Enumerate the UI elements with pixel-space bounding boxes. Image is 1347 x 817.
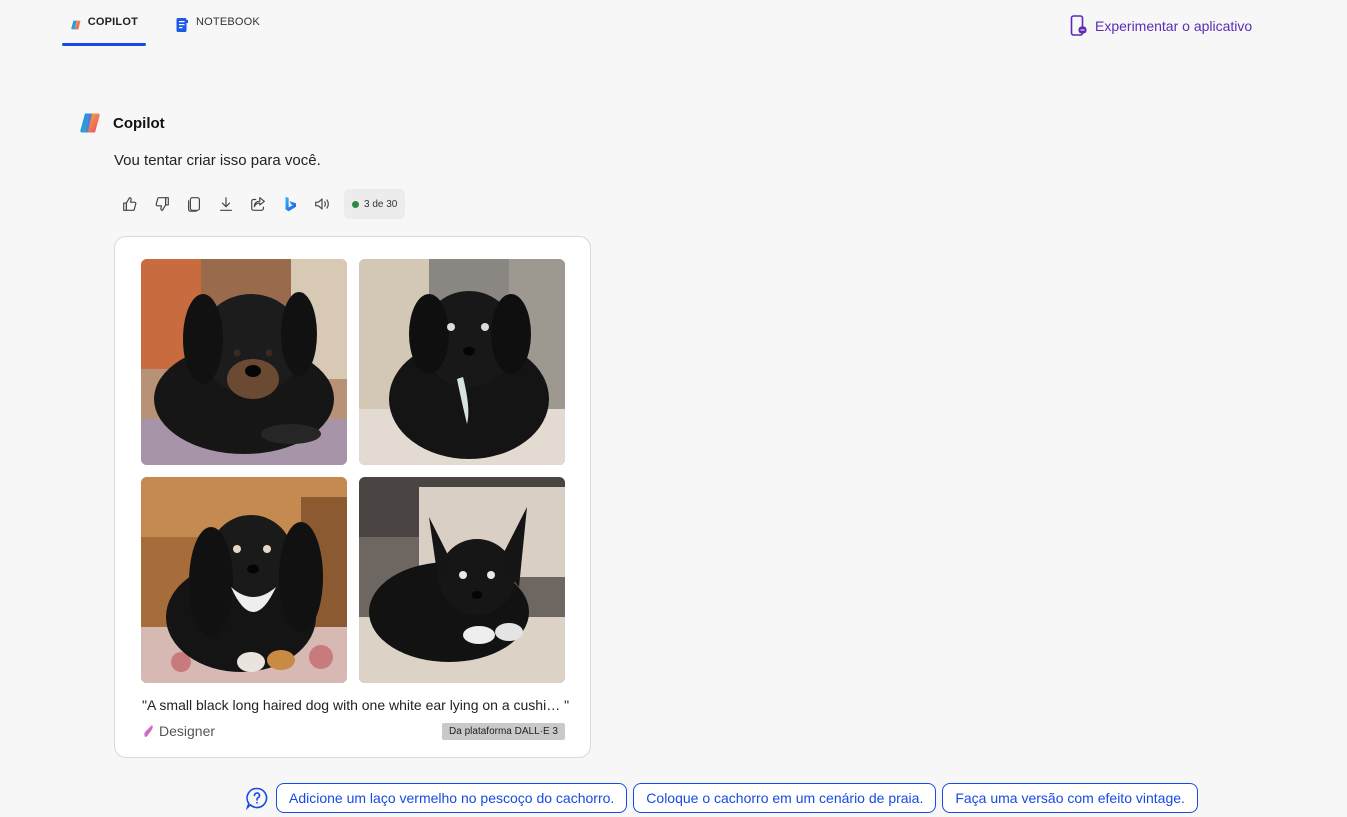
designer-link[interactable]: Designer [142, 723, 215, 739]
tab-notebook-label: NOTEBOOK [196, 16, 260, 28]
message-actions: 3 de 30 [114, 188, 406, 220]
dog-image-2 [359, 259, 565, 465]
dalle-badge: Da plataforma DALL·E 3 [442, 723, 565, 740]
suggestion-chip[interactable]: Faça uma versão com efeito vintage. [942, 783, 1198, 813]
help-icon[interactable] [245, 786, 269, 810]
download-button[interactable] [210, 188, 242, 220]
share-icon [251, 197, 265, 211]
copy-icon [188, 197, 200, 212]
download-icon [220, 197, 232, 211]
notebook-icon [176, 18, 188, 32]
try-app-link[interactable]: Experimentar o aplicativo [1070, 15, 1252, 37]
dog-image-1 [141, 259, 347, 465]
dislike-icon [155, 197, 169, 211]
suggestion-chip[interactable]: Coloque o cachorro em um cenário de prai… [633, 783, 937, 813]
copilot-avatar-icon [80, 113, 100, 133]
response-counter: 3 de 30 [344, 189, 406, 219]
generated-image[interactable] [359, 259, 565, 465]
response-counter-label: 3 de 30 [364, 198, 398, 210]
image-prompt-caption: "A small black long haired dog with one … [142, 697, 570, 713]
try-app-label: Experimentar o aplicativo [1095, 18, 1253, 34]
message-header: Copilot [78, 111, 165, 135]
copilot-logo-icon [71, 20, 81, 30]
phone-chat-icon [1070, 15, 1087, 36]
suggestion-chip[interactable]: Adicione um laço vermelho no pescoço do … [276, 783, 628, 813]
suggestion-bar: Adicione um laço vermelho no pescoço do … [245, 783, 1198, 813]
share-button[interactable] [242, 188, 274, 220]
tab-copilot[interactable]: COPILOT [62, 0, 146, 46]
tab-copilot-label: COPILOT [87, 16, 138, 28]
designer-label: Designer [159, 723, 216, 739]
designer-icon [144, 725, 153, 737]
message-text: Vou tentar criar isso para você. [114, 152, 321, 169]
image-grid [141, 259, 565, 683]
copy-button[interactable] [178, 188, 210, 220]
status-dot [352, 200, 359, 208]
like-icon [123, 197, 137, 211]
image-result-card: "A small black long haired dog with one … [114, 236, 591, 758]
dislike-button[interactable] [146, 188, 178, 220]
generated-image[interactable] [141, 259, 347, 465]
generated-image[interactable] [141, 477, 347, 683]
read-aloud-icon [315, 198, 329, 210]
message-author: Copilot [113, 114, 165, 132]
generated-image[interactable] [359, 477, 565, 683]
read-aloud-button[interactable] [306, 188, 338, 220]
dog-image-4 [359, 477, 565, 683]
tab-notebook[interactable]: NOTEBOOK [166, 0, 268, 46]
like-button[interactable] [114, 188, 146, 220]
top-tabs: COPILOT NOTEBOOK [62, 0, 268, 46]
dog-image-3 [141, 477, 347, 683]
bing-icon [285, 196, 296, 212]
bing-button[interactable] [274, 188, 306, 220]
